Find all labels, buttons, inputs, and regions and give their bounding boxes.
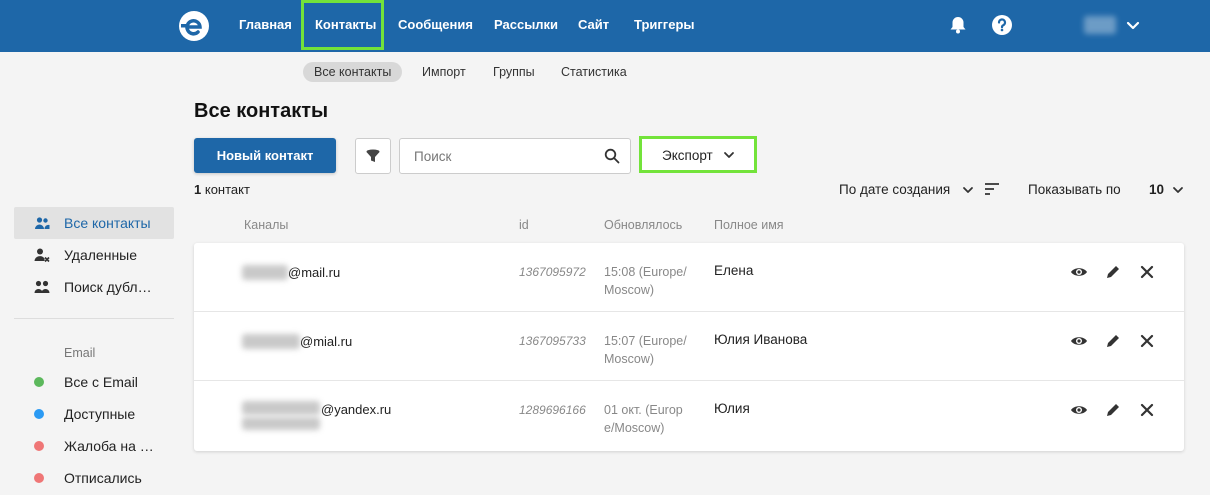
nav-triggers[interactable]: Триггеры [634, 17, 694, 32]
sidebar-item-label: Отписались [64, 470, 142, 486]
column-header-updated: Обновлялось [604, 218, 683, 232]
status-dot [34, 441, 44, 451]
sidebar-section-email: Email [64, 346, 96, 360]
contacts-count: 1 контакт [194, 182, 250, 197]
chevron-down-icon[interactable] [1124, 16, 1142, 34]
contact-id: 1367095733 [519, 334, 586, 348]
help-icon[interactable] [991, 14, 1013, 36]
bell-icon[interactable] [947, 14, 969, 36]
full-name: Юлия Иванова [714, 332, 808, 347]
email-domain: @mial.ru [300, 334, 353, 349]
pencil-icon[interactable] [1104, 401, 1122, 419]
eye-icon[interactable] [1070, 263, 1088, 281]
chevron-down-icon [724, 152, 734, 158]
contact-id: 1367095972 [519, 265, 586, 279]
sort-select[interactable]: По дате создания [839, 182, 950, 197]
duplicate-users-icon [34, 280, 50, 293]
search-input[interactable] [400, 139, 600, 173]
search-icon[interactable] [604, 148, 620, 164]
sidebar-item-available[interactable]: Доступные [14, 398, 174, 430]
chevron-down-icon[interactable] [1172, 185, 1184, 195]
sidebar-item-complaint[interactable]: Жалоба на … [14, 430, 174, 462]
contacts-count-number: 1 [194, 182, 202, 197]
subtab-statistics[interactable]: Статистика [561, 62, 627, 82]
eye-icon[interactable] [1070, 332, 1088, 350]
chevron-down-icon[interactable] [962, 185, 974, 195]
column-header-id: id [519, 218, 529, 232]
user-name-redacted[interactable] [1084, 16, 1116, 34]
user-remove-icon [34, 248, 50, 263]
close-icon[interactable] [1138, 332, 1156, 350]
sort-order-icon[interactable] [984, 182, 1000, 196]
contact-id: 1289696166 [519, 403, 586, 417]
sidebar-item-all-email[interactable]: Все с Email [14, 366, 174, 398]
sidebar-item-label: Все контакты [64, 215, 151, 231]
sidebar-item-label: Поиск дубл… [64, 279, 152, 295]
export-label: Экспорт [662, 148, 713, 163]
email-user-redacted [242, 417, 320, 430]
subtab-import[interactable]: Импорт [422, 62, 466, 82]
top-navbar: Главная Контакты Сообщения Рассылки Сайт… [0, 0, 1210, 52]
sidebar-item-label: Доступные [64, 406, 136, 422]
funnel-icon [366, 149, 380, 162]
updated-time: 15:08 (Europe/ Moscow) [604, 265, 687, 297]
updated-time: 15:07 (Europe/ Moscow) [604, 334, 687, 366]
sidebar-item-deleted[interactable]: Удаленные [14, 239, 174, 271]
contacts-count-label: контакт [204, 182, 250, 197]
full-name: Юлия [714, 401, 750, 416]
email-user-redacted [242, 265, 288, 280]
search-box[interactable] [399, 138, 631, 174]
status-dot [34, 377, 44, 387]
sidebar-item-label: Все с Email [64, 374, 138, 390]
email-domain: @yandex.ru [321, 402, 392, 417]
sidebar-item-label: Жалоба на … [64, 438, 154, 454]
nav-messages[interactable]: Сообщения [398, 17, 473, 32]
sidebar-divider [14, 318, 174, 319]
table-row[interactable]: @yandex.ru 1289696166 01 окт. (Europ e/M… [194, 381, 1184, 450]
users-icon [35, 217, 50, 229]
close-icon[interactable] [1138, 263, 1156, 281]
eye-icon[interactable] [1070, 401, 1088, 419]
sidebar-item-duplicates[interactable]: Поиск дубл… [14, 271, 174, 303]
table-row[interactable]: @mial.ru 1367095733 15:07 (Europe/ Mosco… [194, 312, 1184, 381]
sidebar-item-all-contacts[interactable]: Все контакты [14, 207, 174, 239]
nav-home[interactable]: Главная [239, 17, 292, 32]
page-title: Все контакты [194, 100, 329, 122]
nav-mailings[interactable]: Рассылки [494, 17, 558, 32]
status-dot [34, 473, 44, 483]
email-user-redacted [242, 334, 300, 349]
subtab-all-contacts[interactable]: Все контакты [303, 62, 403, 82]
filter-button[interactable] [355, 138, 391, 174]
logo-icon[interactable] [178, 10, 210, 42]
table-row[interactable]: @mail.ru 1367095972 15:08 (Europe/ Mosco… [194, 243, 1184, 312]
contacts-table: @mail.ru 1367095972 15:08 (Europe/ Mosco… [194, 243, 1184, 451]
pencil-icon[interactable] [1104, 332, 1122, 350]
updated-time: 01 окт. (Europ e/Moscow) [604, 403, 683, 435]
per-page-select[interactable]: 10 [1149, 182, 1164, 197]
full-name: Елена [714, 263, 754, 278]
subtab-groups[interactable]: Группы [493, 62, 535, 82]
new-contact-button[interactable]: Новый контакт [194, 138, 336, 173]
column-header-full-name: Полное имя [714, 218, 784, 232]
email-user-redacted [242, 401, 320, 415]
sidebar-item-label: Удаленные [64, 247, 138, 263]
close-icon[interactable] [1138, 401, 1156, 419]
column-header-channels: Каналы [244, 218, 289, 232]
pencil-icon[interactable] [1104, 263, 1122, 281]
per-page-label: Показывать по [1028, 182, 1121, 197]
status-dot [34, 409, 44, 419]
email-domain: @mail.ru [288, 265, 341, 280]
sidebar-item-unsubscribed[interactable]: Отписались [14, 462, 174, 494]
nav-contacts-highlight [301, 0, 384, 50]
nav-site[interactable]: Сайт [578, 17, 609, 32]
